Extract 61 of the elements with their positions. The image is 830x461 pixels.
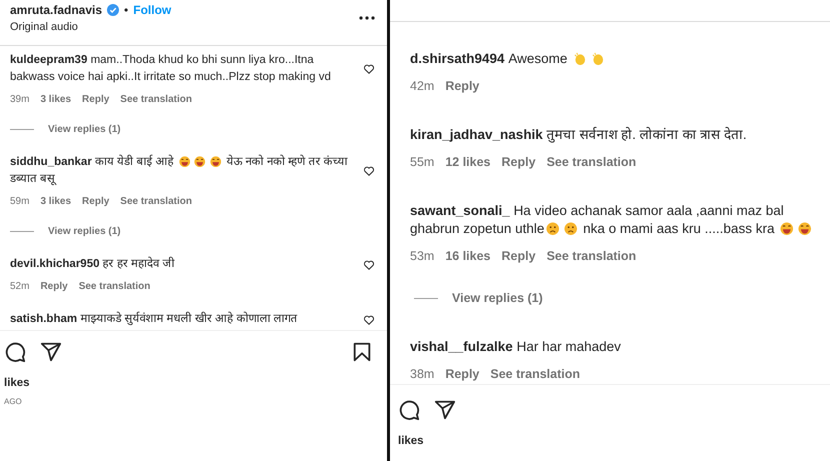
comment-likes[interactable]: 3 likes [40,94,72,105]
comment-text: vishal__fulzalke Har har mahadev [410,338,622,356]
laughing-face-icon [178,156,190,167]
like-heart-icon[interactable] [363,314,375,326]
reply-link[interactable]: Reply [445,79,480,93]
crying-face-icon [564,222,578,235]
comment-likes[interactable]: 12 likes [445,155,491,169]
comment-time: 53m [410,249,434,263]
comment-icon[interactable] [398,399,420,421]
view-replies-link[interactable]: View replies (1) [452,291,543,305]
clapping-hands-icon [573,52,587,65]
comment-time: 39m [10,94,30,105]
crying-face-icon [546,222,560,235]
comment-icon[interactable] [4,341,26,363]
follow-link[interactable]: Follow [133,3,172,17]
clapping-hands-icon [590,52,604,65]
likes-count: likes [398,435,425,447]
see-translation-link[interactable]: See translation [546,249,636,263]
see-translation-link[interactable]: See translation [78,281,150,292]
share-icon[interactable] [40,341,62,363]
laughing-face-icon [780,222,794,235]
comment-text: kiran_jadhav_nashik तुमचा सर्वनाश हो. लोकांना का त्रास देता. [410,126,748,144]
comment-text: kuldeepram39 mam..Thoda khud ko bhi sunn liya kro...Itna bakwass voice hai apki..It irritate so much..Plzz stop making vd [10,53,332,85]
view-replies-link[interactable]: View replies (1) [48,226,121,237]
see-translation-link[interactable]: See translation [490,367,580,381]
comment-text: devil.khichar950 हर हर महादेव जी [10,256,176,272]
more-options-icon[interactable] [359,16,375,20]
audio-label: Original audio [10,21,79,33]
likes-count: likes [4,377,31,389]
like-heart-icon[interactable] [363,258,375,270]
like-heart-icon[interactable] [363,165,375,177]
comment-likes[interactable]: 16 likes [445,249,491,263]
comment-text: satish.bham माझ्याकडे सुर्यवंशाम मधली खीर आहे कोणाला लागत [10,311,298,328]
reply-link[interactable]: Reply [82,196,110,207]
comment-time: 52m [10,281,30,292]
reply-link[interactable]: Reply [40,281,68,292]
comment-text: siddhu_bankar काय येडी बाई आहे येऊ नको नको म्हणे तर कंच्या डब्यात बसू [10,154,349,188]
reply-link[interactable]: Reply [502,249,536,263]
laughing-face-icon [798,222,812,235]
comment-time: 42m [410,79,434,93]
comment-likes[interactable]: 3 likes [40,196,72,207]
bookmark-icon[interactable] [351,341,373,363]
account-username[interactable]: amruta.fadnavis [10,3,102,17]
comment-text: d.shirsath9494 Awesome [410,50,818,68]
reply-link[interactable]: Reply [502,155,536,169]
share-icon[interactable] [434,399,456,421]
see-translation-link[interactable]: See translation [546,155,636,169]
reply-link[interactable]: Reply [445,367,480,381]
laughing-face-icon [210,156,222,167]
laughing-face-icon [194,156,206,167]
comment-time: 38m [410,367,434,381]
post-time: AGO [4,397,23,406]
reply-link[interactable]: Reply [82,94,110,105]
separator-dot: • [124,3,128,17]
comment-time: 55m [410,155,434,169]
comment-time: 59m [10,196,30,207]
view-replies-link[interactable]: View replies (1) [48,124,121,135]
see-translation-link[interactable]: See translation [120,196,192,207]
see-translation-link[interactable]: See translation [120,94,192,105]
like-heart-icon[interactable] [363,63,375,75]
comment-text: sawant_sonali_ Ha video achanak samor aala ,aanni maz bal ghabrun zopetun uthle nka o mami aas kru .....bass kra [410,202,818,238]
